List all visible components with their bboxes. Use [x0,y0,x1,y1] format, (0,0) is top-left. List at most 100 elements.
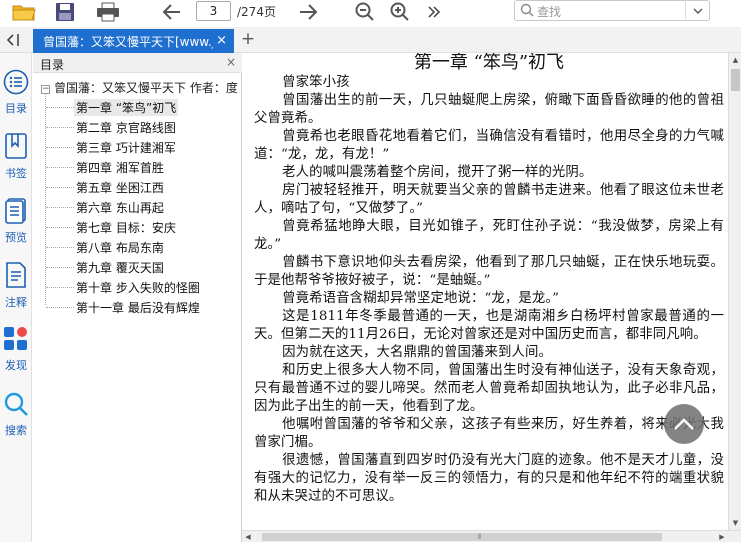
paragraph: 因为就在这天，大名鼎鼎的曾国藩来到人间。 [282,345,552,360]
search-options-button[interactable] [685,0,710,21]
search-field[interactable]: 查找 [514,0,710,21]
toc-header: 目录 × [33,53,242,73]
toc-item-label: 第三章 巧计建湘军 [76,141,176,155]
next-page-button[interactable] [296,0,320,24]
section-heading: 曾家笨小孩 [282,75,350,90]
page-number-input[interactable]: 3 [196,1,231,21]
save-button[interactable] [53,0,77,24]
toc-root-label: 曾国藩：又笨又慢平天下 作者：度 [54,81,238,95]
toc-item-label: 第五章 坐困江西 [76,181,164,195]
document-tab-title: 曾国藩：又笨又慢平天下[www.j [43,34,213,49]
toc-title: 目录 [40,58,65,72]
toc-item[interactable]: 第九章 覆灭天国 [33,257,242,277]
scroll-up-arrow-icon[interactable]: ▲ [729,53,741,67]
tree-connector [46,287,74,288]
discover-icon [4,327,27,350]
preview-icon [5,198,26,224]
rail-item-annotation[interactable]: 注释 [0,261,32,310]
toc-item[interactable]: 第八章 布局东南 [33,237,242,257]
toc-item[interactable]: 第五章 坐困江西 [33,177,242,197]
collapse-panel-icon [6,34,19,46]
search-placeholder: 查找 [537,5,562,19]
tree-connector [46,107,74,108]
toc-item-label: 第六章 东山再起 [76,201,164,215]
scroll-right-arrow-icon[interactable]: ▶ [716,531,728,542]
scroll-left-arrow-icon[interactable]: ◀ [242,531,254,542]
chevron-up-icon [674,418,694,430]
folder-icon [12,5,36,21]
toc-item-label: 第十一章 最后没有辉煌 [76,301,200,315]
tree-connector [46,147,74,148]
toc-item[interactable]: 第三章 巧计建湘军 [33,137,242,157]
tree-connector [46,267,74,268]
printer-icon [97,2,119,22]
close-tab-icon[interactable]: × [216,33,227,48]
bookmark-icon [5,133,27,159]
rail-item-bookmark[interactable]: 书签 [0,132,32,181]
rail-label-preview: 预览 [5,231,27,244]
paragraph: 曾竟希也老眼昏花地看着它们，当确信没有看错时，他用尽全身的力气喊道：“龙，龙，有… [254,129,724,162]
toc-item-label: 第九章 覆灭天国 [76,261,164,275]
tree-connector [46,127,74,128]
collapse-sidebar-button[interactable] [3,30,25,50]
rail-item-search[interactable]: 搜索 [0,391,32,438]
annotation-icon [6,262,26,288]
list-icon [3,69,29,95]
close-icon[interactable]: × [226,55,236,69]
arrow-left-icon [162,4,180,20]
tree-connector [46,307,74,308]
document-view[interactable]: 第一章 “笨鸟”初飞 曾家笨小孩曾国藩出生的前一天，几只蚰蜒爬上房梁，俯瞰下面昏… [242,53,728,530]
rail-label-toc: 目录 [5,102,27,115]
prev-page-button[interactable] [160,0,184,24]
zoom-out-icon [355,2,374,21]
paragraph: 和历史上很多大人物不同，曾国藩出生时没有神仙送子，没有天象奇观，只有最普通不过的… [254,363,724,414]
more-tools-button[interactable] [424,0,444,24]
paragraph: 曾竟希语音含糊却异常坚定地说：“龙，是龙。” [282,291,560,306]
toc-item-label: 第十章 步入失败的怪圈 [76,281,200,295]
toc-item[interactable]: 第六章 东山再起 [33,197,242,217]
rail-item-toc[interactable]: 目录 [0,69,32,116]
paragraph: 房门被轻轻推开，明天就要当父亲的曾麟书走进来。他看了眼这位未世老人，嘀咕了句，“… [254,183,724,216]
toc-root-node[interactable]: − 曾国藩：又笨又慢平天下 作者：度 [41,79,242,95]
tree-connector [46,207,74,208]
rail-label-annotation: 注释 [5,296,27,309]
document-tab[interactable]: 曾国藩：又笨又慢平天下[www.j × [33,29,234,53]
zoom-in-icon [390,2,409,21]
save-icon [56,3,74,21]
paragraph: 曾麟书下意识地仰头去看房梁，他看到了那几只蚰蜒，正在快乐地玩耍。于是他帮爷爷掖好… [254,255,724,288]
paragraph: 曾国藩出生的前一天，几只蚰蜒爬上房梁，俯瞰下面昏昏欲睡的他的曾祖父曾竟希。 [254,93,724,126]
toc-item[interactable]: 第二章 京官路线图 [33,117,242,137]
paragraph: 这是1811年冬季最普通的一天，也是湖南湘乡白杨坪村曾家最普通的一天。但第二天的… [254,309,724,342]
vertical-scrollbar[interactable]: ▲ ▼ [728,53,741,530]
new-tab-button[interactable]: + [240,30,256,48]
tree-connector [46,167,74,168]
rail-label-search: 搜索 [5,424,27,437]
double-chevron-right-icon [428,6,441,18]
toc-panel: 目录 × − 曾国藩：又笨又慢平天下 作者：度 第一章 “笨鸟”初飞 第二章 京官路… [33,53,242,542]
toc-item[interactable]: 第四章 湘军首胜 [33,157,242,177]
horizontal-scrollbar[interactable]: ◀ ⦀ ▶ [242,530,741,542]
print-button[interactable] [95,0,121,24]
rail-item-preview[interactable]: 预览 [0,198,32,245]
vertical-scroll-thumb[interactable] [731,69,740,91]
toc-item[interactable]: 第十章 步入失败的怪圈 [33,277,242,297]
toc-item[interactable]: 第七章 目标：安庆 [33,217,242,237]
scroll-to-top-button[interactable] [664,404,704,444]
rail-label-discover: 发现 [5,359,27,372]
paragraph: 很遗憾，曾国藩直到四岁时仍没有光大门庭的迹象。他不是天才儿童，没有强大的记忆力，… [254,453,724,504]
toc-item[interactable]: 第一章 “笨鸟”初飞 [33,97,242,117]
chapter-title: 第一章 “笨鸟”初飞 [413,53,565,73]
open-folder-button[interactable] [10,0,38,24]
tab-bar: 曾国藩：又笨又慢平天下[www.j × + [0,27,741,53]
scroll-down-arrow-icon[interactable]: ▼ [729,516,741,530]
toc-item[interactable]: 第十一章 最后没有辉煌 [33,297,242,317]
rail-item-discover[interactable]: 发现 [0,326,32,373]
paragraph: 他嘱咐曾国藩的爷爷和父亲，这孩子有些来历，好生养着，将来必光大我曾家门楣。 [254,417,724,450]
search-icon [4,392,28,416]
zoom-out-button[interactable] [353,0,377,24]
arrow-right-icon [300,4,318,20]
toc-item-label: 第四章 湘军首胜 [76,161,164,175]
zoom-in-button[interactable] [388,0,412,24]
horizontal-scroll-thumb[interactable] [262,533,662,541]
page-total: /274页 [237,5,276,19]
